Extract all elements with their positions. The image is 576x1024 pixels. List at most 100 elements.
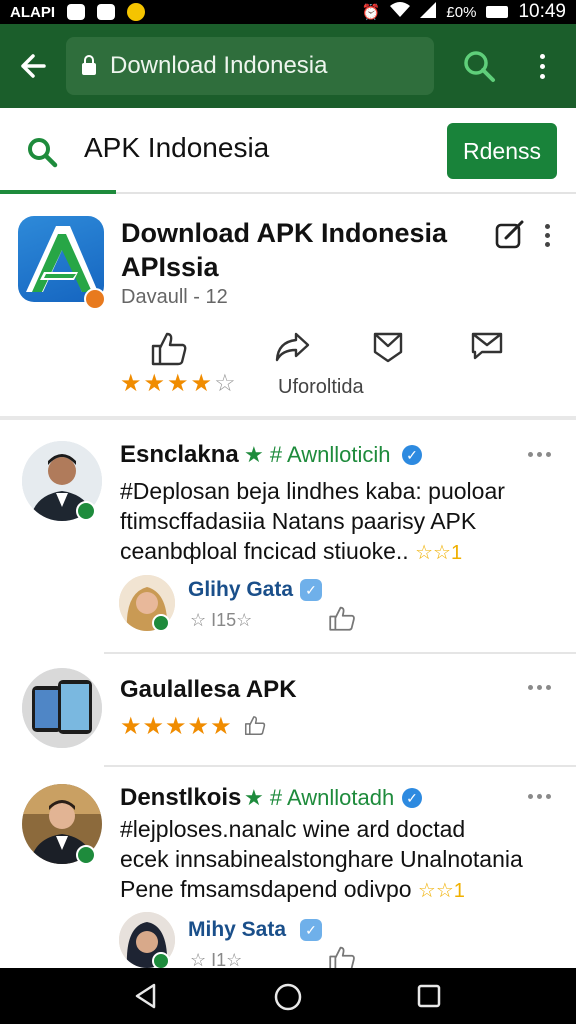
verified-icon: ✓ bbox=[402, 788, 422, 808]
message-button[interactable] bbox=[470, 330, 504, 365]
lock-icon bbox=[82, 55, 96, 75]
bookmark-button[interactable] bbox=[372, 330, 404, 369]
battery-icon bbox=[486, 6, 509, 18]
post-tag-text: # Awnlloticih bbox=[269, 442, 391, 467]
toolbar-search-button[interactable] bbox=[434, 24, 524, 108]
more-vertical-icon bbox=[545, 224, 550, 229]
recents-square-icon bbox=[417, 984, 441, 1008]
back-arrow-icon bbox=[21, 54, 46, 78]
coin-notification-icon bbox=[127, 3, 145, 21]
home-circle-icon bbox=[274, 983, 302, 1011]
thumbs-up-icon bbox=[329, 606, 355, 631]
back-button[interactable] bbox=[0, 24, 66, 108]
search-row: APK Indonesia Rdenss bbox=[0, 108, 576, 194]
wifi-icon bbox=[390, 2, 411, 22]
rating-label: Uforoltida bbox=[278, 376, 364, 398]
more-horizontal-icon bbox=[528, 452, 533, 457]
inline-rating: ☆☆1 bbox=[415, 542, 463, 564]
post-body: #lejploses.nanalc wine ard doctad ecek i… bbox=[120, 814, 570, 906]
star-icon: ★ bbox=[143, 370, 166, 397]
verified-icon: ✓ bbox=[402, 445, 422, 465]
url-text: Download Indonesia bbox=[110, 52, 328, 79]
app-rating-stars: ★ ★ ★ ★ ☆ bbox=[120, 372, 236, 396]
clock: 10:49 bbox=[518, 1, 566, 22]
nav-home-button[interactable] bbox=[273, 982, 303, 1017]
star-icon: ★ bbox=[244, 442, 264, 467]
camera-notification-icon bbox=[97, 4, 115, 20]
post-tag[interactable]: ★ # Awnlloticih bbox=[244, 442, 391, 468]
app-title-line1: Download APK Indonesia bbox=[121, 218, 448, 248]
search-submit-button[interactable]: Rdenss bbox=[447, 123, 557, 179]
post-line: Pene fmsamsdapend odivpo ☆☆1 bbox=[120, 876, 465, 902]
verified-icon: ✓ bbox=[300, 579, 322, 601]
avatar[interactable] bbox=[22, 668, 102, 748]
bookmark-mail-icon bbox=[373, 332, 403, 363]
star-empty-icon: ☆ bbox=[214, 370, 236, 397]
star-icon: ★ bbox=[167, 370, 189, 397]
post-rating-stars: ★★★★★ bbox=[120, 713, 233, 740]
action-row bbox=[0, 330, 576, 366]
share-button[interactable] bbox=[274, 330, 310, 369]
alarm-icon: ⏰ bbox=[361, 4, 381, 21]
post-divider bbox=[104, 652, 576, 654]
post-more-button[interactable] bbox=[528, 452, 551, 457]
star-icon: ★ bbox=[244, 785, 264, 810]
reply-author[interactable]: Mihy Sata bbox=[188, 918, 286, 942]
online-status-icon bbox=[76, 845, 96, 865]
app-subtitle: Davaull - 12 bbox=[121, 286, 228, 308]
edit-icon bbox=[495, 220, 524, 249]
like-button[interactable] bbox=[244, 713, 266, 742]
edit-button[interactable] bbox=[494, 218, 526, 255]
post-line: ceanbфloal fncicad stiuoke.. ☆☆1 bbox=[120, 538, 463, 564]
app-notification-icon bbox=[67, 4, 85, 20]
browser-toolbar: Download Indonesia bbox=[0, 24, 576, 108]
post-line: ecek innsabinealstonghare Unalnotania bbox=[120, 846, 523, 872]
post-author[interactable]: Esnclakna bbox=[120, 441, 239, 469]
reply-like-button[interactable] bbox=[328, 604, 356, 637]
post-line: #Deplosan beja lindhes kaba: puoloar bbox=[120, 478, 505, 504]
carrier-label: ALAPI bbox=[10, 3, 55, 21]
thumbs-up-icon bbox=[151, 332, 187, 366]
url-bar[interactable]: Download Indonesia bbox=[66, 37, 434, 95]
app-title-line2: APIssia bbox=[121, 252, 219, 282]
nav-recents-button[interactable] bbox=[415, 982, 443, 1015]
star-icon: ★ bbox=[190, 370, 213, 397]
post-author[interactable]: Denstlkois bbox=[120, 784, 241, 812]
online-status-icon bbox=[152, 614, 170, 632]
post-more-button[interactable] bbox=[528, 685, 551, 690]
app-badge-icon bbox=[84, 288, 106, 310]
post-tag[interactable]: ★ # Awnllotadh bbox=[244, 785, 394, 811]
overflow-menu-button[interactable] bbox=[524, 24, 560, 108]
post-body: #Deplosan beja lindhes kaba: puoloar fti… bbox=[120, 476, 560, 568]
post-divider bbox=[104, 765, 576, 767]
post-line: ftimscffadasiia Natans paarisy APK bbox=[120, 508, 477, 534]
reply-author[interactable]: Glihy Gata bbox=[188, 578, 293, 602]
search-underline bbox=[0, 190, 116, 194]
share-icon bbox=[275, 332, 310, 362]
post-line: #lejploses.nanalc wine ard doctad bbox=[120, 816, 466, 842]
thumbs-up-icon bbox=[244, 716, 266, 736]
like-button[interactable] bbox=[150, 330, 188, 371]
card-more-button[interactable] bbox=[545, 224, 550, 247]
app-card: Download APK Indonesia APIssia Davaull -… bbox=[0, 196, 576, 416]
post-more-button[interactable] bbox=[528, 794, 551, 799]
section-divider bbox=[0, 416, 576, 420]
system-nav-bar bbox=[0, 968, 576, 1024]
mail-icon bbox=[471, 332, 503, 360]
status-bar: ALAPI ⏰ £0% 10:49 bbox=[0, 0, 576, 24]
more-vertical-icon bbox=[539, 53, 545, 59]
app-title: Download APK Indonesia APIssia bbox=[121, 216, 481, 284]
battery-percent: £0% bbox=[446, 3, 477, 21]
search-input[interactable]: APK Indonesia bbox=[84, 132, 269, 164]
search-icon bbox=[464, 51, 495, 82]
more-horizontal-icon bbox=[528, 685, 533, 690]
signal-icon bbox=[420, 2, 437, 22]
online-status-icon bbox=[76, 501, 96, 521]
back-triangle-icon bbox=[135, 983, 156, 1009]
reply-meta: ☆ I15☆ bbox=[190, 610, 253, 630]
verified-icon: ✓ bbox=[300, 919, 322, 941]
more-horizontal-icon bbox=[528, 794, 533, 799]
post-author[interactable]: Gaulallesa APK bbox=[120, 676, 297, 704]
inline-rating: ☆☆1 bbox=[417, 880, 465, 902]
nav-back-button[interactable] bbox=[132, 982, 160, 1015]
